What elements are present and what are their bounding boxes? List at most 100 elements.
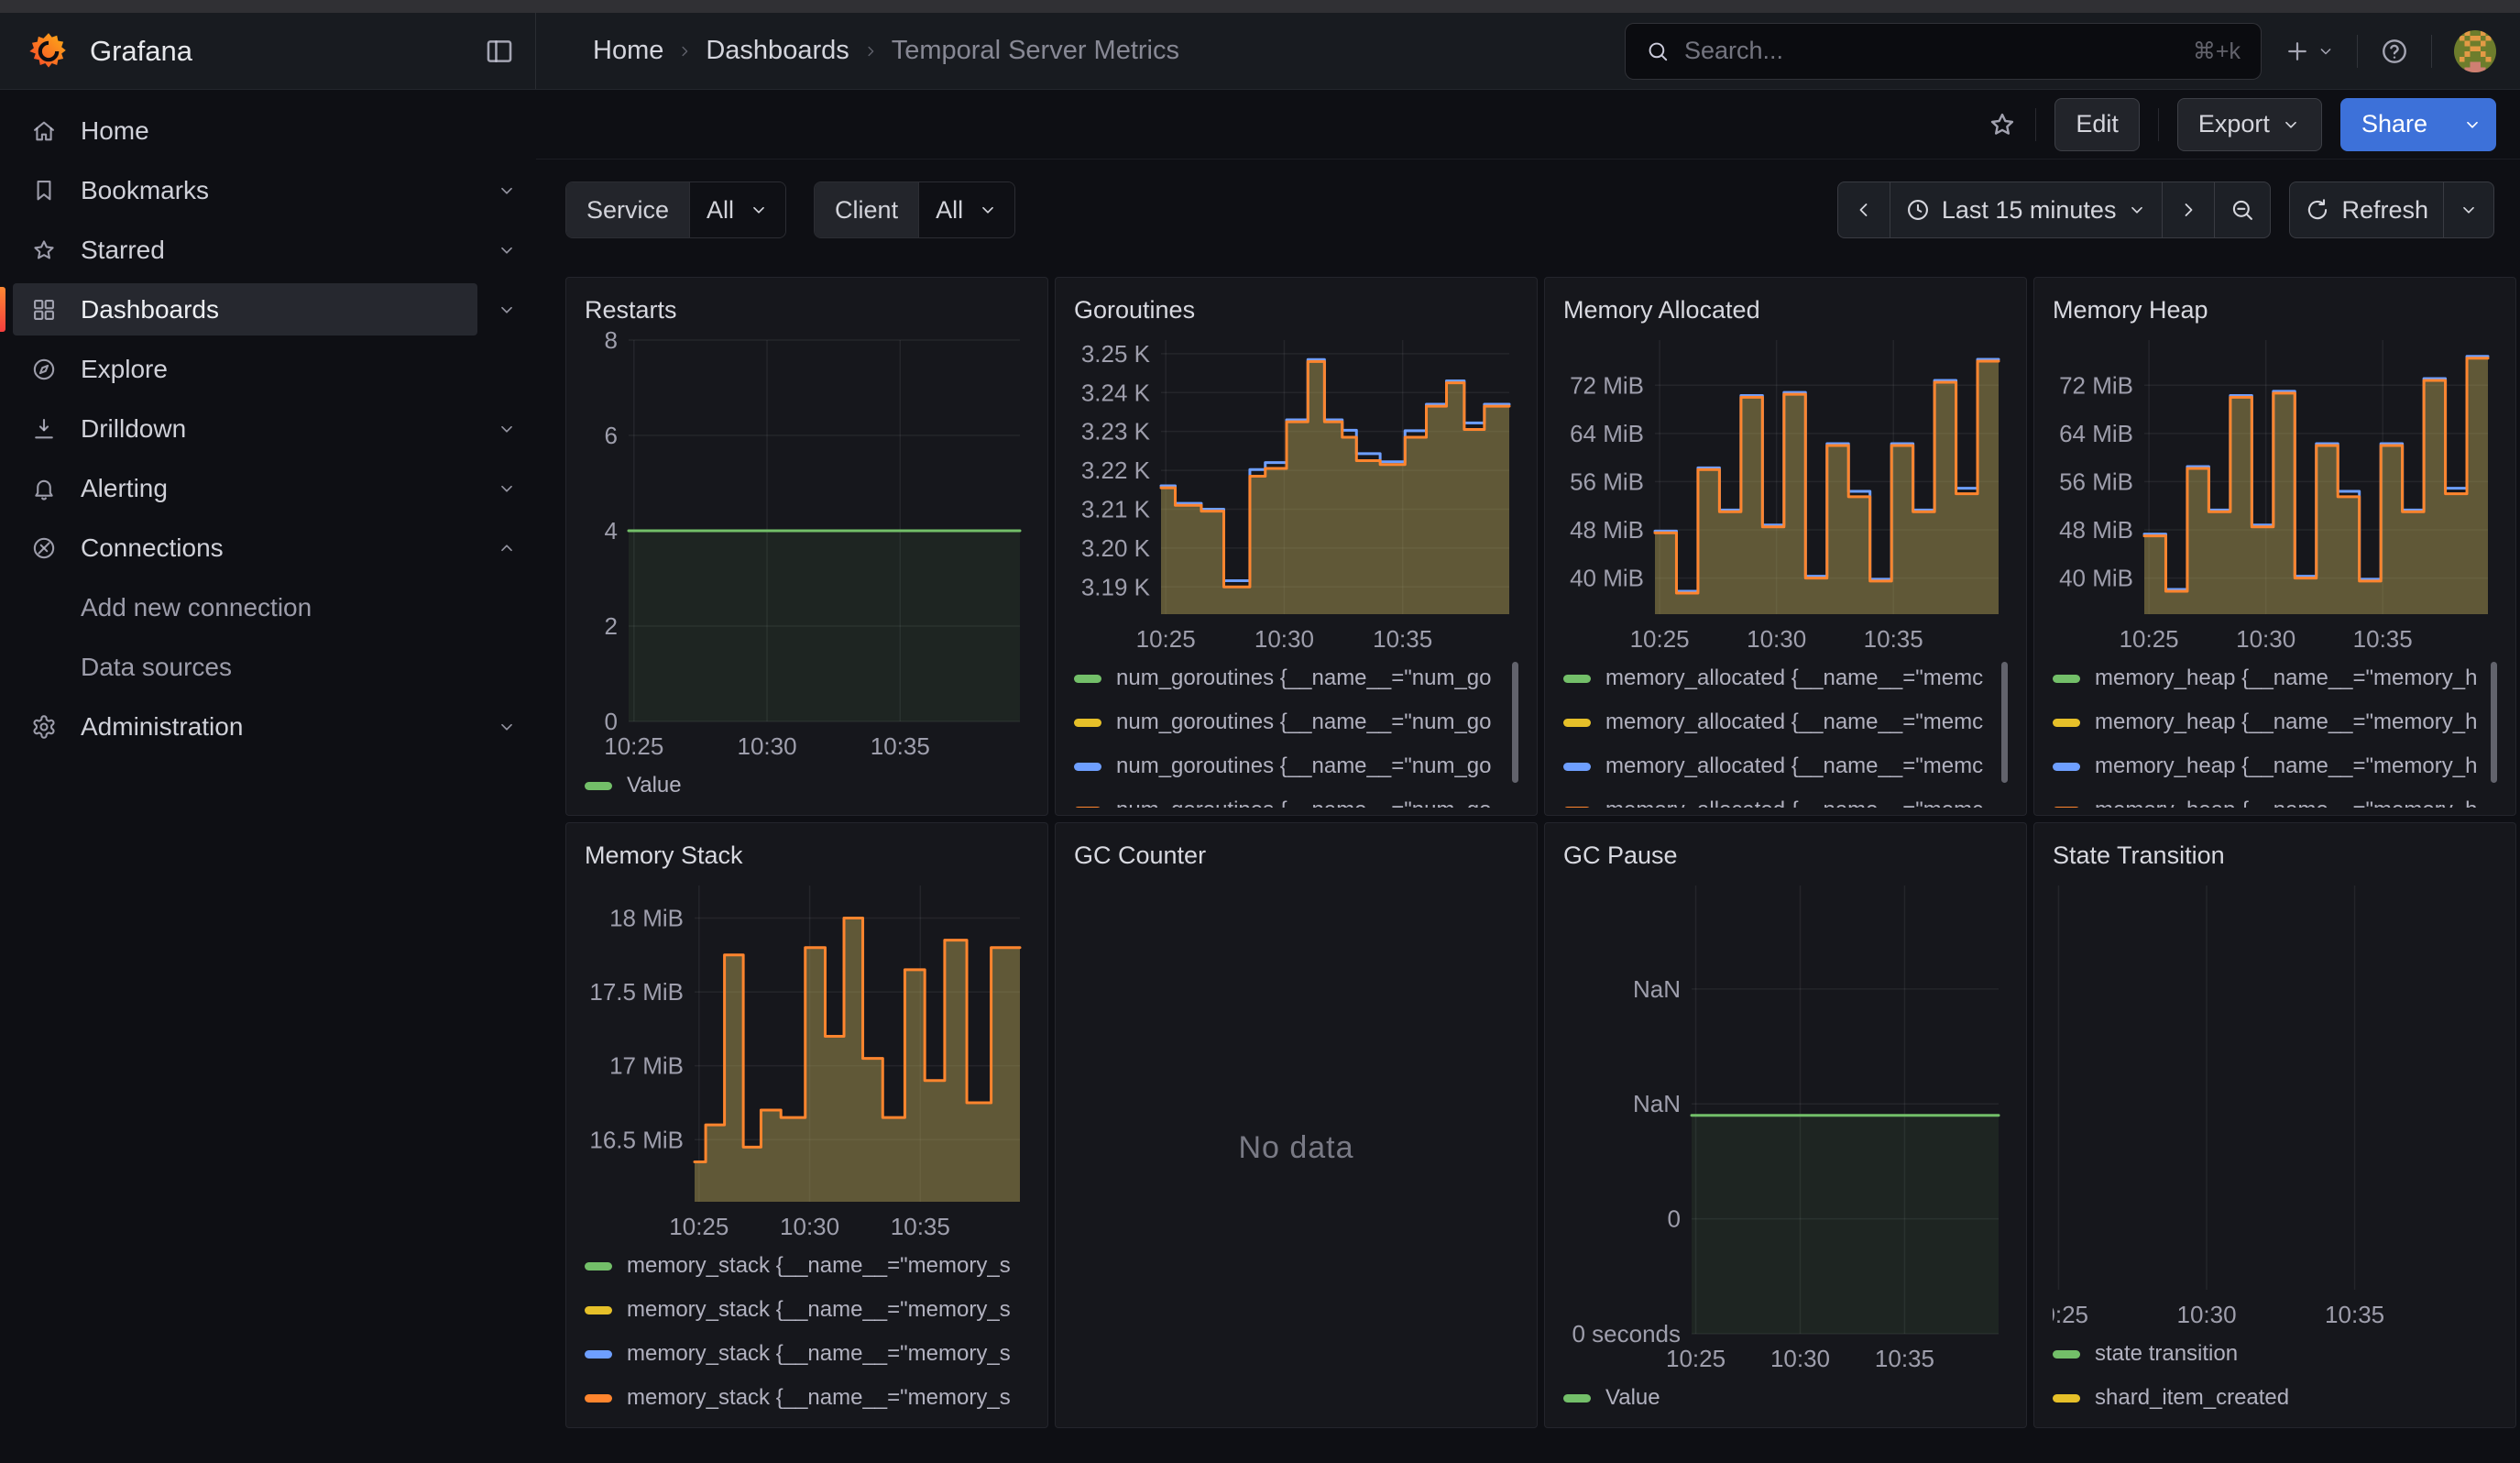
breadcrumb-item[interactable]: Home (593, 36, 663, 66)
legend-scrollbar[interactable] (2001, 662, 2008, 783)
legend-item[interactable]: memory_allocated {__name__="memc (1563, 656, 2008, 700)
search-input[interactable]: Search... ⌘+k (1625, 23, 2262, 80)
sidebar-item-drilldown[interactable]: Drilldown (13, 402, 477, 455)
legend-item[interactable]: memory_stack {__name__="memory_s (585, 1376, 1029, 1420)
star-dashboard-button[interactable] (1988, 110, 2017, 139)
sidebar-item-connections[interactable]: Connections (13, 522, 477, 574)
panel-title[interactable]: GC Counter (1074, 834, 1518, 876)
chart-canvas[interactable]: 10:2510:3010:35 (2053, 876, 2497, 1332)
chart-canvas[interactable]: 10:2510:3010:3540 MiB48 MiB56 MiB64 MiB7… (2053, 331, 2497, 656)
legend-item[interactable]: Value (1563, 1376, 2008, 1420)
new-create-button[interactable] (2284, 38, 2335, 65)
sidebar-collapse-toggle[interactable] (477, 419, 536, 439)
legend-scrollbar[interactable] (2491, 662, 2497, 783)
legend-scrollbar[interactable] (1512, 662, 1518, 783)
legend-item[interactable]: memory_stack {__name__="memory_s (585, 1288, 1029, 1332)
sidebar-collapse-toggle[interactable] (477, 181, 536, 201)
panel-chart[interactable]: 10:2510:3010:3540 MiB48 MiB56 MiB64 MiB7… (2053, 331, 2497, 656)
sidebar-item-explore[interactable]: Explore (13, 343, 477, 395)
sidebar-toggle-icon[interactable] (484, 36, 515, 67)
panel-title[interactable]: State Transition (2053, 834, 2497, 876)
legend-series-label: memory_allocated {__name__="memc (1605, 798, 1983, 808)
svg-text:64 MiB: 64 MiB (2059, 420, 2133, 447)
sidebar-item-data-sources[interactable]: Data sources (13, 641, 477, 693)
chart-canvas[interactable]: 10:2510:3010:353.19 K3.20 K3.21 K3.22 K3… (1074, 331, 1518, 656)
panel-title[interactable]: Restarts (585, 289, 1029, 331)
panel-title[interactable]: Memory Allocated (1563, 289, 2008, 331)
chart-canvas[interactable]: 10:2510:3010:3516.5 MiB17 MiB17.5 MiB18 … (585, 876, 1029, 1244)
sidebar-item-home[interactable]: Home (13, 104, 477, 157)
panel-chart[interactable]: 10:2510:3010:3516.5 MiB17 MiB17.5 MiB18 … (585, 876, 1029, 1244)
panel-chart[interactable]: 10:2510:3010:350 seconds0NaNNaN (1563, 876, 2008, 1376)
sidebar-row: Dashboards (0, 283, 536, 336)
svg-text:48 MiB: 48 MiB (2059, 516, 2133, 544)
time-back-button[interactable] (1837, 182, 1890, 238)
legend-series-label: memory_heap {__name__="memory_h (2095, 666, 2477, 691)
share-button[interactable]: Share (2340, 98, 2449, 151)
sidebar-item-administration[interactable]: Administration (13, 700, 477, 753)
legend-item[interactable]: memory_heap {__name__="memory_h (2053, 700, 2497, 744)
legend-item[interactable]: Value (585, 764, 1029, 808)
legend-item[interactable]: num_goroutines {__name__="num_go (1074, 788, 1518, 808)
legend-item[interactable]: memory_allocated {__name__="memc (1563, 700, 2008, 744)
sidebar-item-dashboards[interactable]: Dashboards (13, 283, 477, 336)
svg-text:10:35: 10:35 (1864, 625, 1923, 653)
sidebar-row: Starred (0, 224, 536, 276)
help-button[interactable] (2380, 37, 2409, 66)
panel-chart[interactable]: 10:2510:3010:35 (2053, 876, 2497, 1332)
chart-canvas[interactable]: 10:2510:3010:3540 MiB48 MiB56 MiB64 MiB7… (1563, 331, 2008, 656)
legend-item[interactable]: memory_heap {__name__="memory_h (2053, 788, 2497, 808)
panel-title[interactable]: Goroutines (1074, 289, 1518, 331)
sidebar-item-bookmarks[interactable]: Bookmarks (13, 164, 477, 216)
user-avatar[interactable] (2454, 30, 2496, 72)
breadcrumb-item[interactable]: Dashboards (706, 36, 849, 66)
variable-dropdown-client[interactable]: ClientAll (814, 182, 1015, 238)
sidebar-collapse-toggle[interactable] (477, 717, 536, 737)
panel-goroutines: Goroutines10:2510:3010:353.19 K3.20 K3.2… (1055, 277, 1538, 816)
refresh-interval-chevron[interactable] (2443, 182, 2494, 238)
legend-series-label: memory_heap {__name__="memory_h (2095, 710, 2477, 735)
breadcrumb-item: Temporal Server Metrics (892, 36, 1179, 66)
panel-title[interactable]: GC Pause (1563, 834, 2008, 876)
grafana-logo-icon (27, 30, 70, 72)
legend-item[interactable]: memory_heap {__name__="memory_h (2053, 656, 2497, 700)
legend-item[interactable]: state transition (2053, 1332, 2497, 1376)
chart-canvas[interactable]: 10:2510:3010:3502468 (585, 331, 1029, 764)
legend-item[interactable]: memory_heap {__name__="memory_h (2053, 744, 2497, 788)
legend-item[interactable]: memory_allocated {__name__="memc (1563, 788, 2008, 808)
panel-title[interactable]: Memory Stack (585, 834, 1029, 876)
sidebar-collapse-toggle[interactable] (477, 300, 536, 320)
variable-value[interactable]: All (918, 182, 1014, 237)
legend-item[interactable]: num_goroutines {__name__="num_go (1074, 744, 1518, 788)
legend-item[interactable]: memory_stack {__name__="memory_s (585, 1332, 1029, 1376)
legend-item[interactable]: num_goroutines {__name__="num_go (1074, 700, 1518, 744)
panel-legend: state transitionshard_item_created (2053, 1332, 2497, 1420)
chart-canvas[interactable]: 10:2510:3010:350 seconds0NaNNaN (1563, 876, 2008, 1376)
zoom-out-button[interactable] (2214, 182, 2271, 238)
svg-text:NaN: NaN (1633, 975, 1681, 1003)
panel-chart[interactable]: 10:2510:3010:353.19 K3.20 K3.21 K3.22 K3… (1074, 331, 1518, 656)
export-button[interactable]: Export (2177, 98, 2322, 151)
brand-area: Grafana (0, 13, 536, 89)
legend-item[interactable]: memory_stack {__name__="memory_s (585, 1244, 1029, 1288)
share-menu-chevron[interactable] (2449, 98, 2496, 151)
sidebar-collapse-toggle[interactable] (477, 240, 536, 260)
legend-item[interactable]: shard_item_created (2053, 1376, 2497, 1420)
legend-series-color (1563, 719, 1591, 727)
panel-chart[interactable]: 10:2510:3010:3540 MiB48 MiB56 MiB64 MiB7… (1563, 331, 2008, 656)
panel-chart[interactable]: 10:2510:3010:3502468 (585, 331, 1029, 764)
refresh-button[interactable]: Refresh (2289, 182, 2444, 238)
panel-title[interactable]: Memory Heap (2053, 289, 2497, 331)
sidebar-collapse-toggle[interactable] (477, 478, 536, 499)
sidebar-item-starred[interactable]: Starred (13, 224, 477, 276)
legend-item[interactable]: num_goroutines {__name__="num_go (1074, 656, 1518, 700)
legend-item[interactable]: memory_allocated {__name__="memc (1563, 744, 2008, 788)
variable-value[interactable]: All (689, 182, 785, 237)
sidebar-item-add-new-connection[interactable]: Add new connection (13, 581, 477, 633)
time-forward-button[interactable] (2162, 182, 2215, 238)
variable-dropdown-service[interactable]: ServiceAll (565, 182, 786, 238)
edit-button[interactable]: Edit (2054, 98, 2140, 151)
sidebar-collapse-toggle[interactable] (477, 538, 536, 558)
sidebar-item-alerting[interactable]: Alerting (13, 462, 477, 514)
time-range-picker[interactable]: Last 15 minutes (1890, 182, 2164, 238)
